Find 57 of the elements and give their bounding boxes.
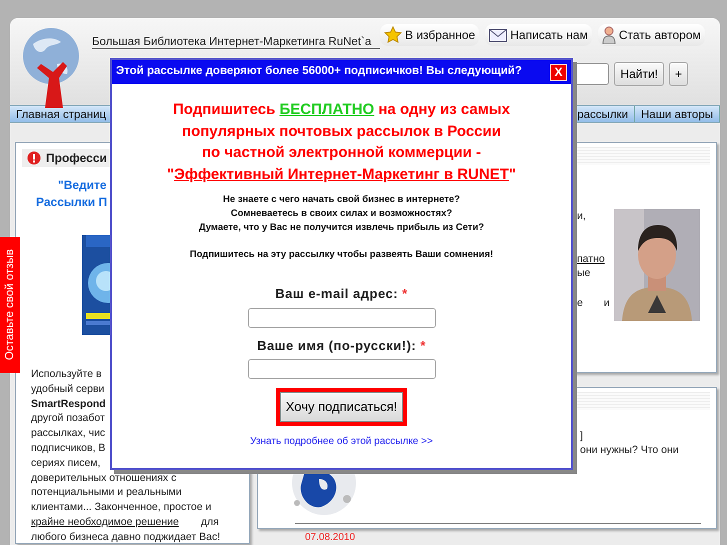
paragraph-text: подписчиков, В	[31, 440, 106, 456]
site-tagline: Большая Библиотека Интернет-Маркетинга RuNet`a	[92, 35, 380, 49]
text-link[interactable]: крайне необходимое решение	[31, 514, 201, 530]
question-text: Сомневаетесь в своих силах и возможностях?	[230, 208, 452, 219]
add-button[interactable]: +	[668, 62, 688, 86]
required-mark: *	[420, 338, 426, 353]
envelope-icon	[489, 28, 508, 42]
paragraph-text: рассылках, чис	[31, 426, 106, 441]
promo-headline: "Ведите	[58, 177, 107, 194]
paragraph-text: ые	[577, 267, 590, 279]
headline-text: по частной электронной коммерции -	[202, 144, 481, 161]
search-button[interactable]: Найти!	[614, 62, 664, 86]
star-icon	[384, 26, 402, 44]
headline-text: на одну из самых	[377, 101, 510, 118]
paragraph-text: SmartRespond	[31, 396, 106, 412]
close-button[interactable]: X	[550, 64, 567, 80]
paragraph-text: они нужны? Что они	[580, 444, 679, 456]
paragraph-text: ]	[580, 430, 583, 442]
person-icon	[602, 26, 616, 44]
name-field[interactable]	[248, 359, 436, 380]
paragraph-text: доверительных отношениях с	[31, 470, 176, 486]
feedback-label: Оставьте свой отзыв	[2, 250, 16, 360]
call-text: Подпишитесь на эту рассылку чтобы развеять Ваши сомнения!	[190, 249, 494, 260]
headline-text: популярных почтовых рассылок в России	[182, 122, 501, 140]
email-field[interactable]	[248, 308, 436, 328]
feedback-tab[interactable]: Оставьте свой отзыв	[0, 237, 20, 373]
question-text: Не знаете с чего начать свой бизнес в интернете?	[223, 194, 460, 205]
paragraph-text: сериях писем,	[31, 456, 100, 471]
newsletter-link[interactable]: Эффективный Интернет-Маркетинг в RUNET	[174, 166, 509, 182]
paragraph-text: Используйте в	[31, 367, 102, 382]
header-link[interactable]: В избранное	[380, 24, 480, 46]
panel-title: Професси	[46, 150, 107, 167]
paragraph-text: удобный серви	[31, 382, 104, 397]
paragraph-text: и,	[577, 210, 586, 222]
headline-text: "	[508, 166, 516, 182]
subscribe-button[interactable]: Хочу подписаться!	[276, 388, 408, 426]
paragraph-text: любого бизнеса давно поджидает Вас!	[31, 530, 220, 545]
paragraph-text: для	[200, 514, 219, 530]
header-link[interactable]: Стать автором	[598, 24, 705, 46]
more-link[interactable]: Узнать подробнее об этой рассылке >>	[250, 434, 433, 449]
paragraph-text: потенциальными и реальными	[31, 485, 182, 500]
paragraph-text: другой позабот	[31, 411, 105, 426]
field-label: Ваш e-mail адрес:	[275, 286, 400, 302]
news-date: 07.08.2010	[305, 531, 356, 545]
paragraph-text: клиентами... Законченное, простое и	[31, 500, 212, 515]
promo-headline: Рассылки П	[36, 194, 108, 211]
nav-link[interactable]: Наши авторы	[635, 106, 720, 122]
headline-text: "	[166, 166, 174, 182]
header-link[interactable]: Написать нам	[485, 24, 592, 46]
field-label: Ваше имя (по-русски!):	[257, 338, 418, 353]
question-text: Думаете, что у Вас не получится извлечь прибыль из Сети?	[198, 222, 484, 233]
text-link[interactable]: патно	[577, 253, 605, 265]
warning-icon	[27, 151, 41, 165]
dialog-title: Этой рассылке доверяют более 56000+ подписичков! Вы следующий?	[116, 64, 522, 80]
required-mark: *	[402, 286, 408, 302]
headline-text: Подпишитесь	[173, 101, 276, 118]
paragraph-text: е и	[577, 297, 610, 309]
